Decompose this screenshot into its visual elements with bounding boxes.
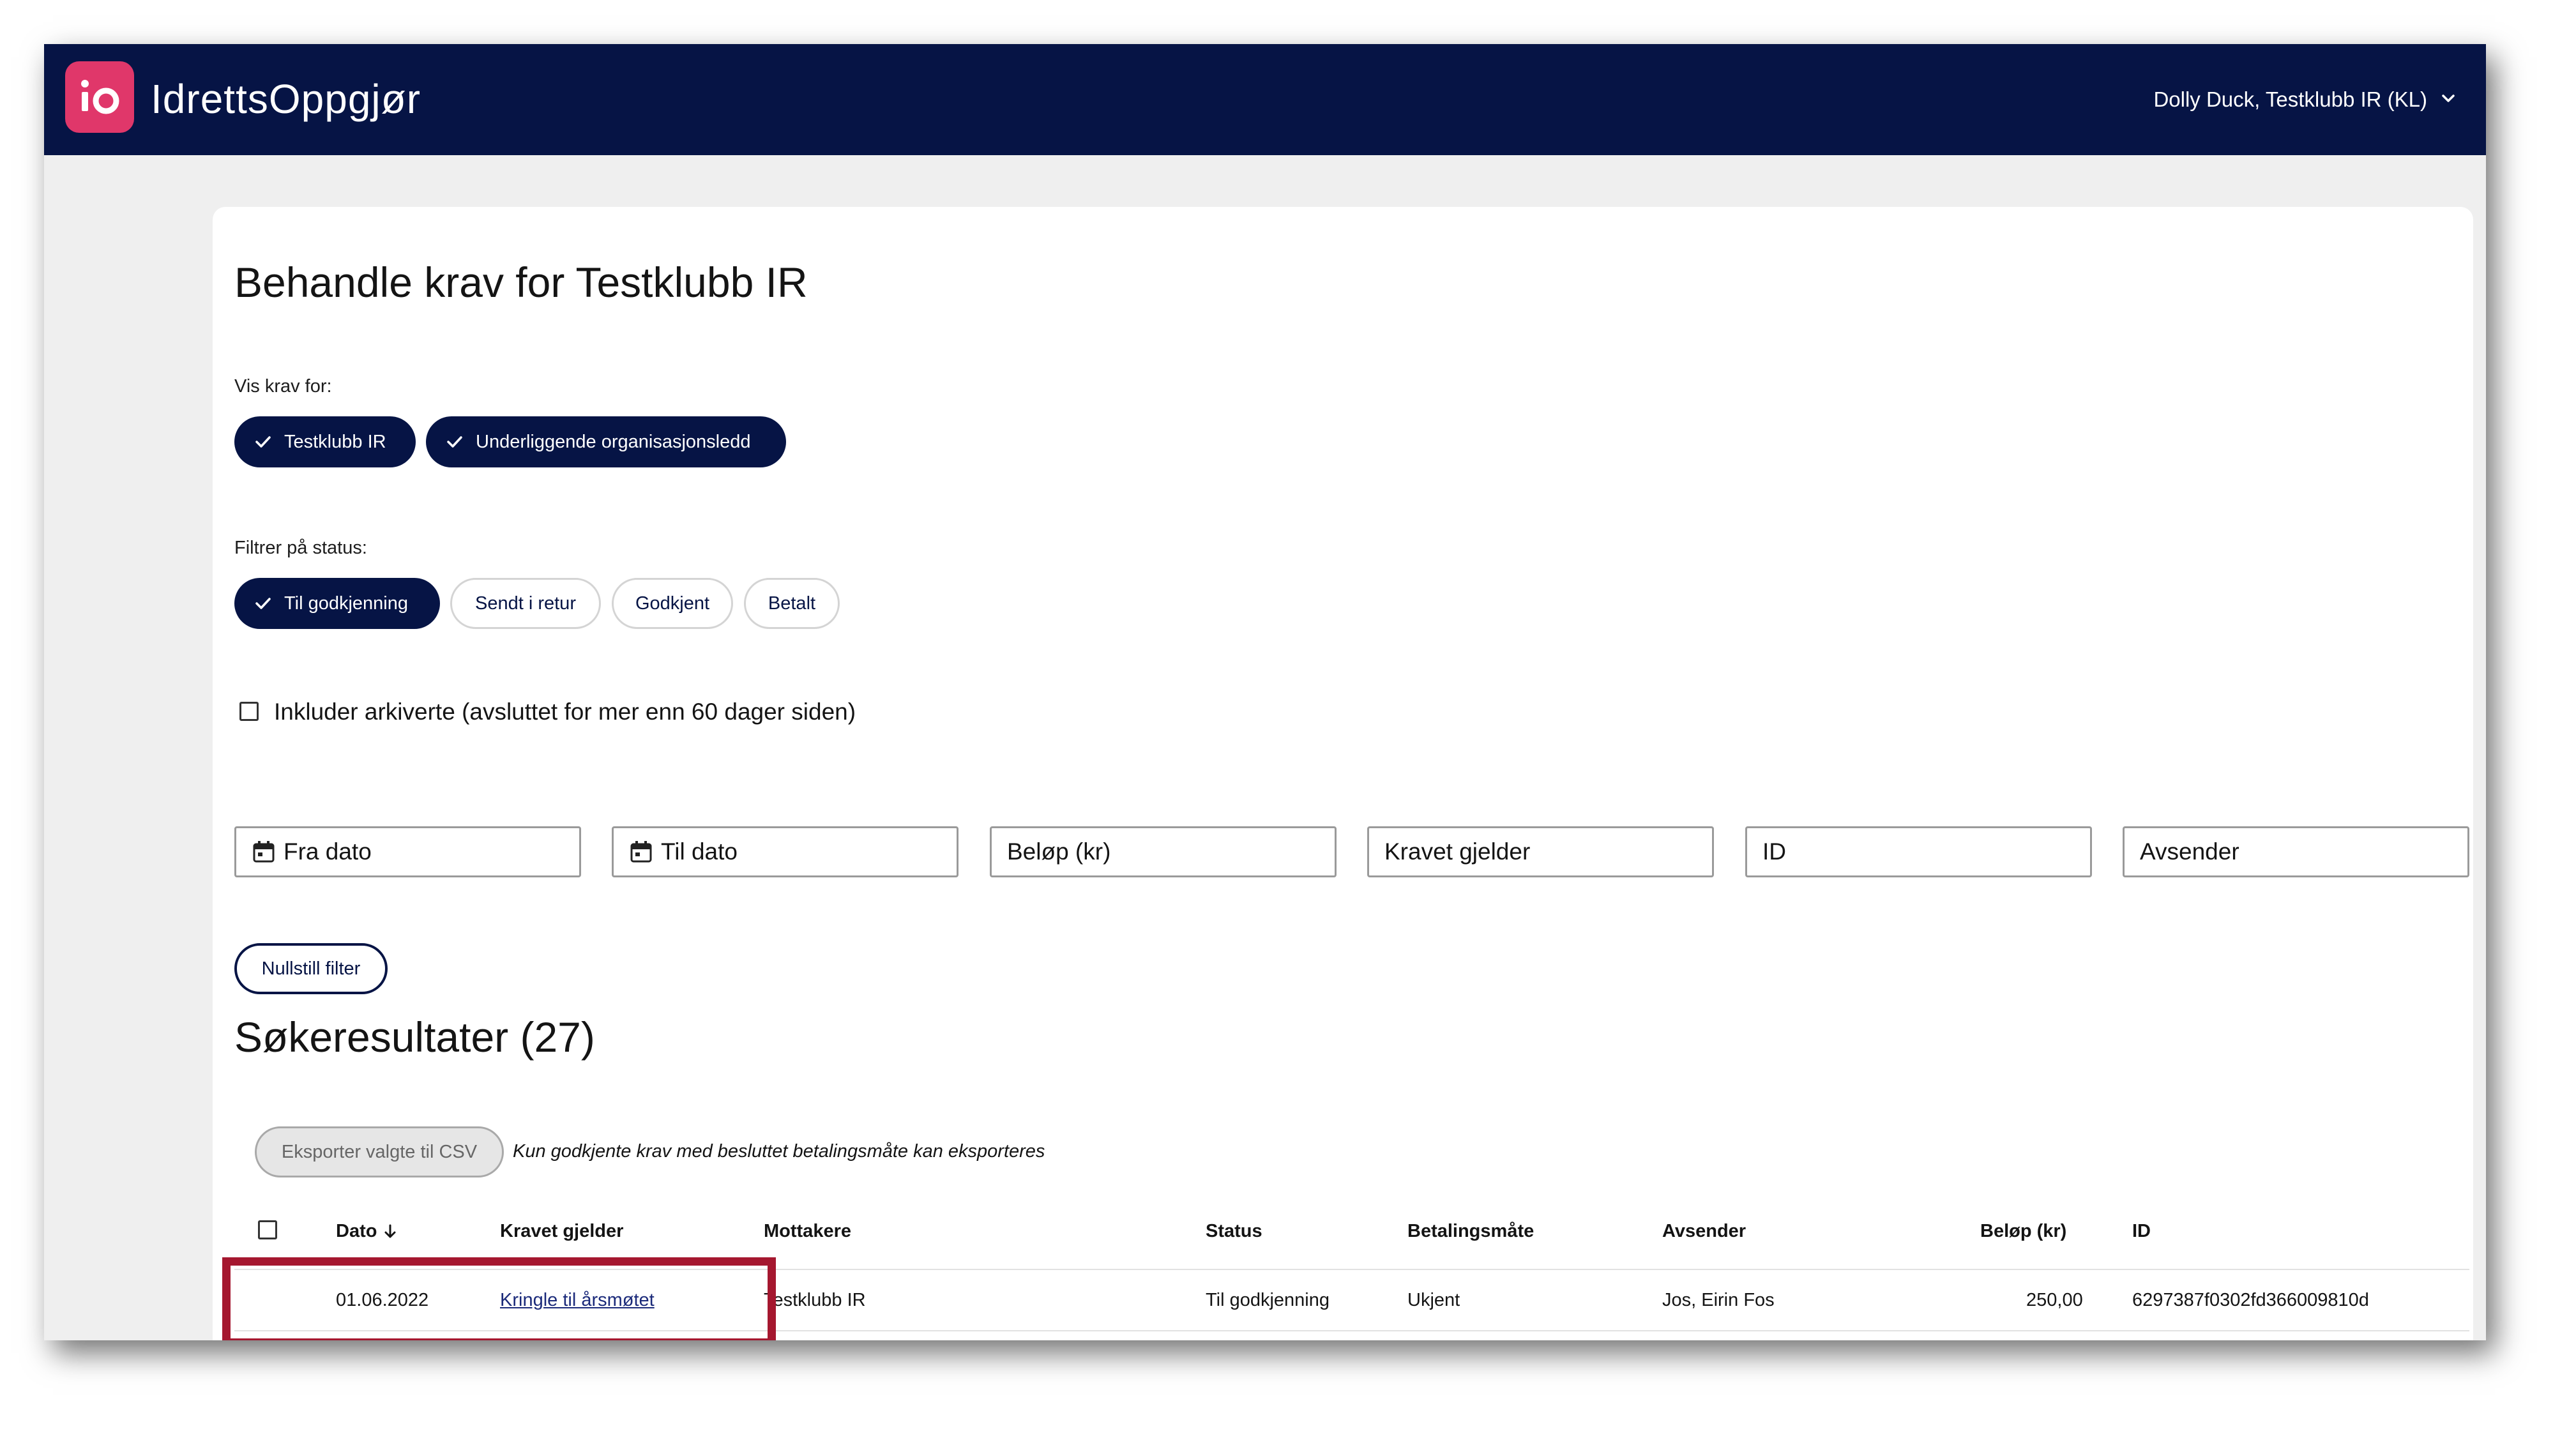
check-icon — [254, 432, 273, 451]
chip-label: Til godkjenning — [284, 593, 408, 614]
chip-underliggende[interactable]: Underliggende organisasjonsledd — [426, 416, 786, 467]
include-archived-checkbox[interactable] — [239, 702, 259, 721]
column-header-amount[interactable]: Beløp (kr) — [1980, 1221, 2066, 1242]
column-header-date[interactable]: Dato — [336, 1221, 398, 1242]
export-csv-button[interactable]: Eksporter valgte til CSV — [255, 1126, 504, 1177]
id-placeholder: ID — [1762, 838, 1786, 865]
column-header-status[interactable]: Status — [1206, 1221, 1262, 1242]
chip-godkjent[interactable]: Godkjent — [612, 578, 733, 629]
results-title: Søkeresultater (27) — [234, 1013, 595, 1061]
from-date-placeholder: Fra dato — [284, 838, 372, 865]
arrow-down-icon — [383, 1221, 398, 1241]
page-title: Behandle krav for Testklubb IR — [234, 259, 808, 306]
claim-for-input[interactable]: Kravet gjelder — [1367, 826, 1714, 877]
column-header-payment[interactable]: Betalingsmåte — [1407, 1221, 1534, 1242]
cell-sender: Jos, Eirin Fos — [1662, 1290, 1775, 1310]
chip-label: Underliggende organisasjonsledd — [476, 431, 751, 452]
status-filter-label: Filtrer på status: — [234, 538, 367, 558]
cell-amount: 250,00 — [2026, 1290, 2083, 1310]
include-archived-label: Inkluder arkiverte (avsluttet for mer en… — [274, 699, 856, 725]
sender-placeholder: Avsender — [2140, 838, 2239, 865]
main-card: Behandle krav for Testklubb IR Vis krav … — [213, 207, 2473, 1340]
user-label: Dolly Duck, Testklubb IR (KL) — [2153, 87, 2427, 111]
amount-placeholder: Beløp (kr) — [1007, 838, 1111, 865]
chip-testklubb-ir[interactable]: Testklubb IR — [234, 416, 416, 467]
chip-betalt[interactable]: Betalt — [744, 578, 840, 629]
chip-label: Sendt i retur — [475, 593, 576, 614]
id-input[interactable]: ID — [1745, 826, 2092, 877]
amount-input[interactable]: Beløp (kr) — [990, 826, 1337, 877]
export-note: Kun godkjente krav med besluttet betalin… — [513, 1141, 1045, 1162]
user-menu[interactable]: Dolly Duck, Testklubb IR (KL) — [2153, 79, 2457, 120]
calendar-icon — [252, 840, 276, 864]
highlight-box — [222, 1257, 776, 1340]
column-header-id[interactable]: ID — [2132, 1221, 2151, 1242]
app-screenshot: IdrettsOppgjør Dolly Duck, Testklubb IR … — [44, 44, 2486, 1340]
reset-filter-button[interactable]: Nullstill filter — [234, 943, 388, 994]
from-date-input[interactable]: Fra dato — [234, 826, 581, 877]
chip-label: Godkjent — [635, 593, 710, 614]
chip-label: Testklubb IR — [284, 431, 386, 452]
top-bar: IdrettsOppgjør Dolly Duck, Testklubb IR … — [44, 44, 2486, 155]
cell-payment: Ukjent — [1407, 1290, 1460, 1310]
select-all-checkbox[interactable] — [258, 1220, 277, 1239]
chip-sendt-i-retur[interactable]: Sendt i retur — [450, 578, 601, 629]
chevron-down-icon — [2440, 87, 2457, 112]
chip-label: Betalt — [768, 593, 816, 614]
calendar-icon — [629, 840, 653, 864]
sender-input[interactable]: Avsender — [2123, 826, 2469, 877]
io-logo-icon[interactable] — [65, 61, 134, 133]
check-icon — [254, 594, 273, 613]
show-for-label: Vis krav for: — [234, 376, 332, 397]
column-header-sender[interactable]: Avsender — [1662, 1221, 1746, 1242]
cell-recipients: Testklubb IR — [764, 1290, 866, 1310]
to-date-placeholder: Til dato — [661, 838, 738, 865]
cell-status: Til godkjenning — [1206, 1290, 1330, 1310]
claim-for-placeholder: Kravet gjelder — [1384, 838, 1531, 865]
check-icon — [445, 432, 464, 451]
column-header-recipients[interactable]: Mottakere — [764, 1221, 851, 1242]
to-date-input[interactable]: Til dato — [612, 826, 958, 877]
column-header-claim[interactable]: Kravet gjelder — [500, 1221, 623, 1242]
chip-til-godkjenning[interactable]: Til godkjenning — [234, 578, 440, 629]
cell-id: 6297387f0302fd366009810d — [2132, 1290, 2369, 1310]
app-title: IdrettsOppgjør — [151, 76, 421, 122]
